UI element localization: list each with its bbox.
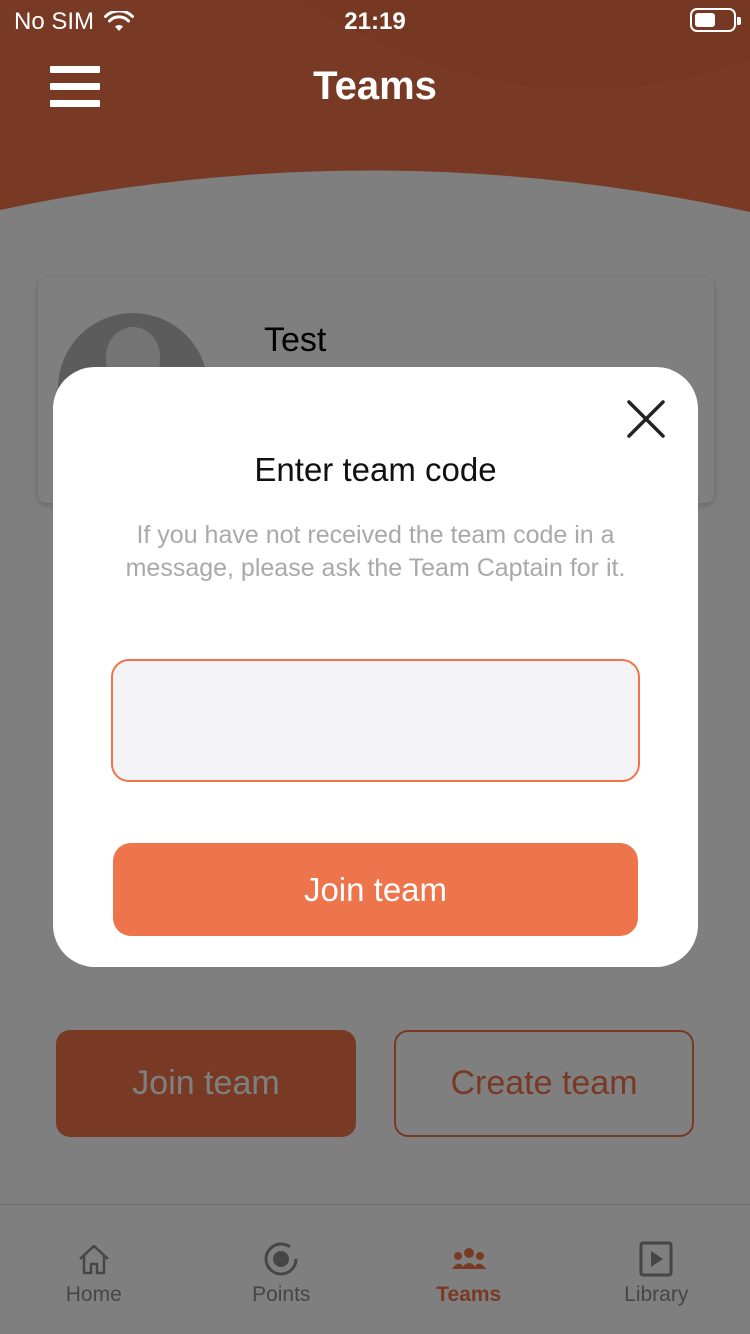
dialog-join-team-button[interactable]: Join team [113,843,638,936]
page-title: Teams [313,64,437,108]
status-bar: No SIM 21:19 [0,0,750,40]
battery-icon [690,8,741,32]
close-icon[interactable] [624,397,668,441]
dialog-description: If you have not received the team code i… [125,521,626,582]
team-code-input[interactable] [111,659,640,782]
clock: 21:19 [344,8,406,35]
team-code-dialog: Enter team code If you have not received… [53,367,698,967]
dialog-title: Enter team code [254,451,497,488]
